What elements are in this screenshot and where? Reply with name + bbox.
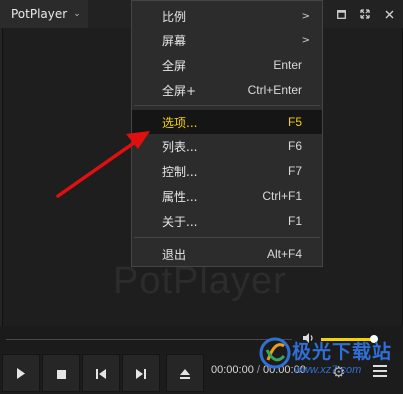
play-button[interactable] <box>2 354 40 392</box>
close-icon[interactable] <box>377 0 401 28</box>
maximize-icon[interactable] <box>329 0 353 28</box>
menu-item-ratio[interactable]: 比例 > <box>132 4 322 28</box>
submenu-arrow-icon: > <box>301 10 310 22</box>
next-icon <box>136 364 146 383</box>
potplayer-window: PotPlayer ⌄ PotPlayer 00:00:00 / 00:00:0… <box>0 0 403 394</box>
menu-item-playlist[interactable]: 列表... F6 <box>132 134 322 158</box>
play-icon <box>16 364 26 383</box>
menu-separator <box>134 237 320 238</box>
menu-item-properties[interactable]: 属性... Ctrl+F1 <box>132 184 322 208</box>
menu-item-about[interactable]: 关于... F1 <box>132 209 322 233</box>
site-logo-text: 极光下载站 <box>292 341 393 363</box>
menu-item-control[interactable]: 控制... F7 <box>132 159 322 183</box>
site-logo-url: www.xz7.com <box>294 364 362 376</box>
stop-button[interactable] <box>42 354 80 392</box>
app-menu-button[interactable]: PotPlayer ⌄ <box>0 0 88 28</box>
eject-button[interactable] <box>166 354 204 392</box>
stop-icon <box>56 364 66 383</box>
menu-separator <box>134 105 320 106</box>
submenu-arrow-icon: > <box>301 34 310 46</box>
menu-item-options[interactable]: 选项... F5 <box>132 110 322 134</box>
previous-button[interactable] <box>82 354 120 392</box>
next-button[interactable] <box>122 354 160 392</box>
menu-item-fullscreen[interactable]: 全屏 Enter <box>132 53 322 77</box>
eject-icon <box>180 364 190 383</box>
menu-item-screen[interactable]: 屏幕 > <box>132 28 322 52</box>
seek-bar[interactable] <box>6 339 292 340</box>
context-menu: 比例 > 屏幕 > 全屏 Enter 全屏+ Ctrl+Enter 选项... … <box>131 0 323 267</box>
site-logo: 极光下载站 www.xz7.com <box>258 334 403 392</box>
menu-item-fullscreen-plus[interactable]: 全屏+ Ctrl+Enter <box>132 78 322 102</box>
app-name: PotPlayer <box>11 7 68 21</box>
site-logo-icon <box>259 337 291 369</box>
menu-item-exit[interactable]: 退出 Alt+F4 <box>132 242 322 266</box>
chevron-down-icon: ⌄ <box>73 9 81 19</box>
prev-icon <box>96 364 106 383</box>
fullscreen-icon[interactable] <box>353 0 377 28</box>
current-time: 00:00:00 <box>211 364 254 376</box>
